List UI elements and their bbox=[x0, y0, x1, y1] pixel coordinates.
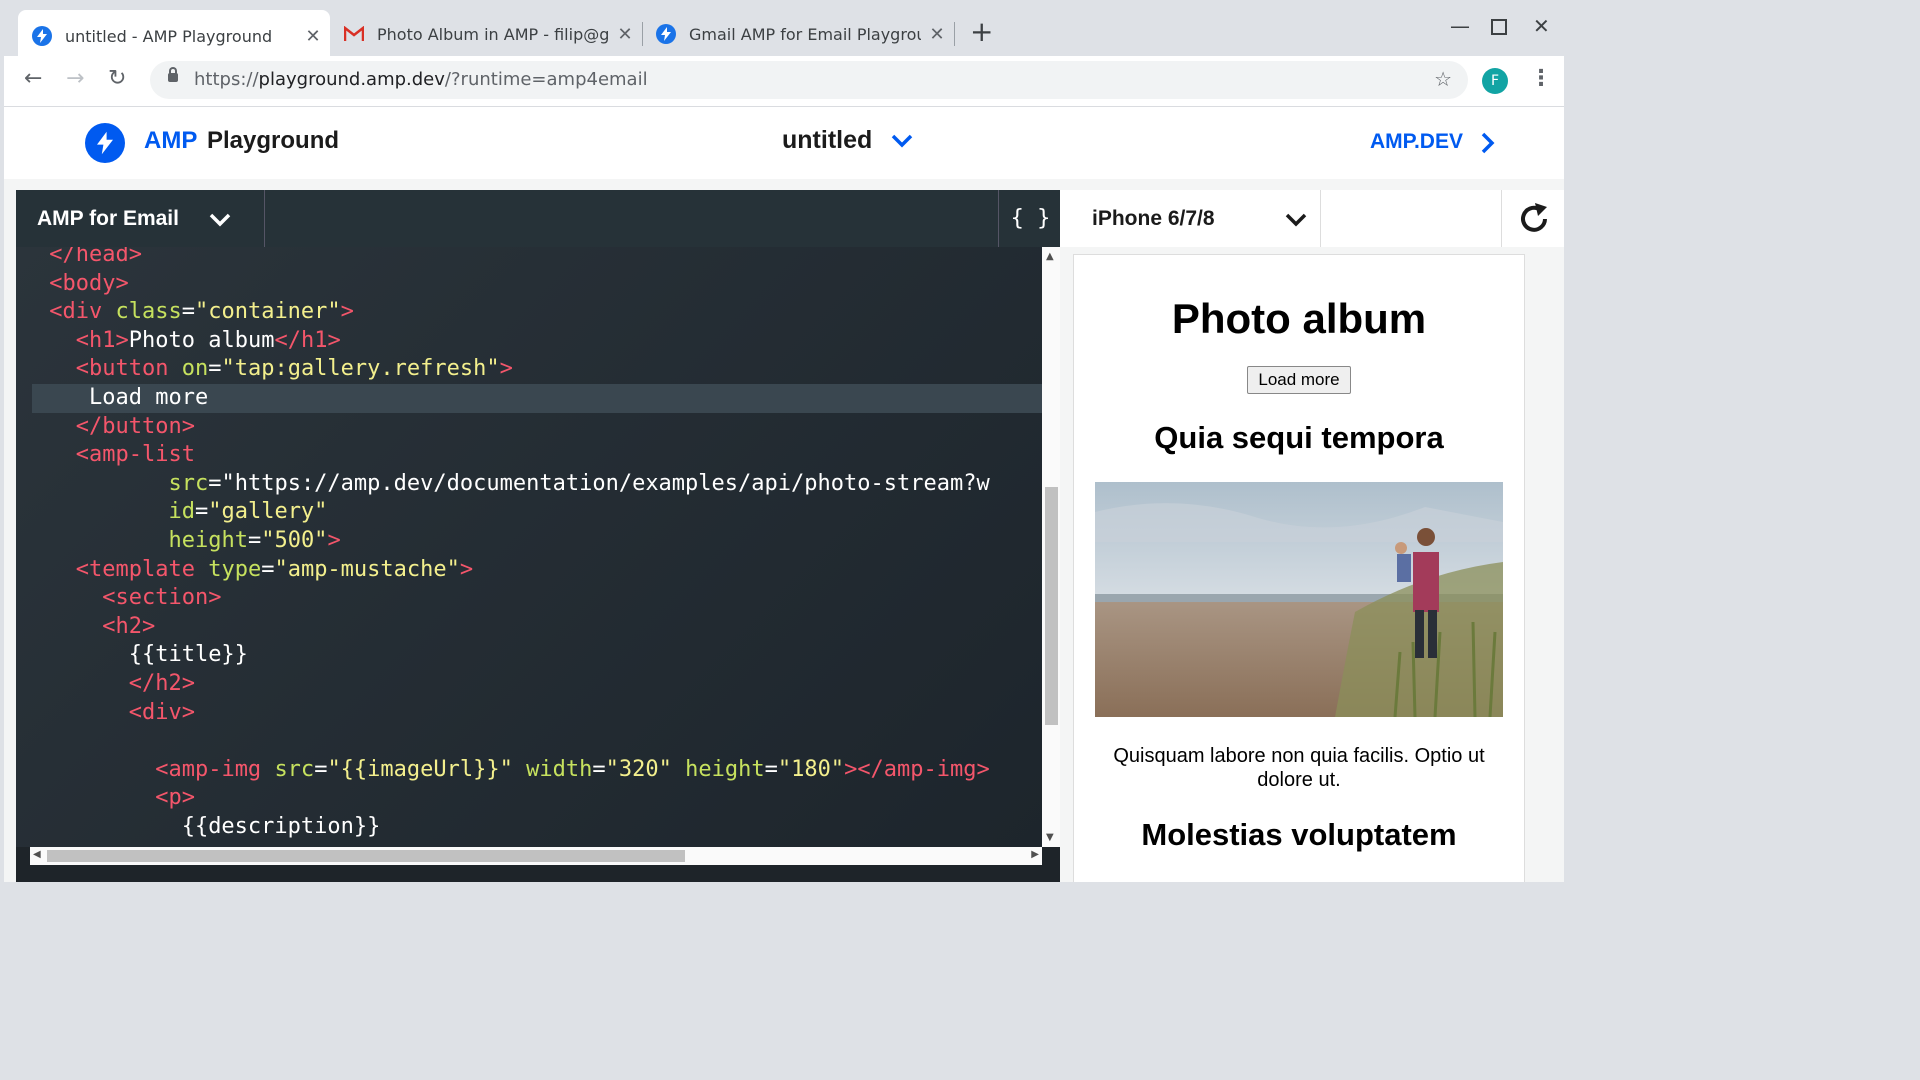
chevron-down-icon bbox=[208, 212, 232, 232]
gmail-icon bbox=[344, 24, 364, 44]
code-line[interactable]: </h2> bbox=[16, 670, 1042, 699]
chevron-down-icon[interactable] bbox=[890, 133, 914, 153]
photo-description: Quisquam labore non quia facilis. Optio … bbox=[1113, 745, 1485, 791]
code-area[interactable]: </head> <body> <div class="container"> <… bbox=[16, 247, 1042, 847]
app-header: AMP Playground untitled AMP.DEV bbox=[4, 107, 1564, 179]
brand-playground: Playground bbox=[207, 127, 340, 154]
brand-amp: AMP bbox=[144, 127, 198, 154]
amp-logo-icon[interactable] bbox=[85, 123, 125, 163]
refresh-icon[interactable] bbox=[1501, 190, 1564, 247]
reload-icon[interactable]: ↻ bbox=[108, 66, 126, 91]
amp-bolt-icon bbox=[32, 26, 52, 46]
code-line[interactable]: <button on="tap:gallery.refresh"> bbox=[16, 355, 1042, 384]
editor-vertical-scrollbar[interactable]: ▲ ▼ bbox=[1042, 247, 1061, 847]
preview-heading: Photo album bbox=[1171, 295, 1427, 342]
scroll-left-icon[interactable]: ◀ bbox=[33, 849, 41, 860]
photo-title: Molestias voluptatem bbox=[1141, 817, 1457, 852]
browser-menu-icon[interactable]: ⋮ bbox=[1530, 66, 1552, 91]
code-line[interactable]: <h1>Photo album</h1> bbox=[16, 327, 1042, 356]
format-label: AMP for Email bbox=[37, 207, 179, 230]
code-line[interactable]: id="gallery" bbox=[16, 498, 1042, 527]
chevron-down-icon bbox=[1284, 212, 1308, 232]
minimize-icon[interactable]: — bbox=[1450, 14, 1470, 38]
tab-title: Photo Album in AMP - filip@g bbox=[377, 24, 609, 44]
close-window-icon[interactable]: ✕ bbox=[1533, 14, 1550, 38]
code-line[interactable]: {{description}} bbox=[16, 813, 1042, 842]
code-line-active[interactable]: Load more bbox=[32, 384, 1042, 413]
tab-title: Gmail AMP for Email Playgrou bbox=[689, 24, 921, 44]
code-line[interactable]: <body> bbox=[16, 270, 1042, 299]
browser-toolbar: ← → ↻ https://playground.amp.dev/?runtim… bbox=[4, 56, 1564, 107]
code-line[interactable]: <div class="container"> bbox=[16, 298, 1042, 327]
outer-scrollbar[interactable] bbox=[1548, 254, 1564, 882]
bookmark-star-icon[interactable]: ☆ bbox=[1434, 67, 1452, 91]
scroll-up-icon[interactable]: ▲ bbox=[1046, 251, 1054, 262]
ampdev-link[interactable]: AMP.DEV bbox=[1370, 130, 1463, 154]
code-line[interactable]: </head> bbox=[16, 247, 1042, 270]
address-bar[interactable]: https://playground.amp.dev/?runtime=amp4… bbox=[150, 61, 1468, 99]
preview-panel: iPhone 6/7/8 Photo album Load more Quia … bbox=[1060, 190, 1564, 882]
scrollbar-thumb[interactable] bbox=[47, 850, 685, 862]
close-tab-icon[interactable]: ✕ bbox=[927, 24, 947, 45]
code-line[interactable]: <template type="amp-mustache"> bbox=[16, 556, 1042, 585]
scrollbar-thumb[interactable] bbox=[1045, 487, 1058, 725]
code-line[interactable]: src="https://amp.dev/documentation/examp… bbox=[16, 470, 1042, 499]
preview-scrollbar[interactable] bbox=[1524, 255, 1525, 882]
load-more-button[interactable]: Load more bbox=[1247, 366, 1351, 394]
photo-image bbox=[1095, 482, 1503, 717]
editor-horizontal-scrollbar[interactable]: ◀ ▶ bbox=[30, 847, 1042, 865]
profile-avatar[interactable]: F bbox=[1482, 68, 1508, 94]
tab-title: untitled - AMP Playground bbox=[65, 26, 273, 46]
amp-bolt-icon bbox=[656, 24, 676, 44]
editor-toolbar: AMP for Email { } bbox=[16, 190, 1061, 247]
code-line[interactable]: <section> bbox=[16, 584, 1042, 613]
maximize-icon[interactable] bbox=[1491, 16, 1507, 40]
photo-title: Quia sequi tempora bbox=[1154, 420, 1444, 455]
close-tab-icon[interactable]: ✕ bbox=[615, 24, 635, 45]
email-preview-frame: Photo album Load more Quia sequi tempora bbox=[1073, 254, 1525, 882]
code-line[interactable]: {{title}} bbox=[16, 641, 1042, 670]
back-icon[interactable]: ← bbox=[24, 66, 42, 91]
chevron-right-icon[interactable] bbox=[1480, 131, 1496, 159]
tab-separator bbox=[954, 22, 955, 46]
code-editor-panel: AMP for Email { } </head> <body> <div cl… bbox=[16, 190, 1061, 882]
format-selector[interactable]: AMP for Email bbox=[16, 190, 265, 247]
scroll-right-icon[interactable]: ▶ bbox=[1031, 849, 1039, 860]
new-tab-icon[interactable]: + bbox=[970, 18, 993, 46]
tab-photo-album[interactable]: Photo Album in AMP - filip@g ✕ bbox=[330, 14, 635, 54]
code-line[interactable]: </button> bbox=[16, 413, 1042, 442]
code-line[interactable]: <h2> bbox=[16, 613, 1042, 642]
document-title[interactable]: untitled bbox=[782, 126, 872, 155]
close-tab-icon[interactable]: ✕ bbox=[303, 26, 323, 47]
playground-page: AMP Playground untitled AMP.DEV AMP for … bbox=[4, 107, 1564, 882]
lock-icon bbox=[168, 67, 178, 82]
device-selector[interactable]: iPhone 6/7/8 bbox=[1060, 190, 1321, 247]
tab-gmail-amp-playground[interactable]: Gmail AMP for Email Playgrou ✕ bbox=[642, 14, 947, 54]
format-code-button[interactable]: { } bbox=[998, 190, 1062, 247]
forward-icon[interactable]: → bbox=[66, 66, 84, 91]
code-line[interactable]: <div> bbox=[16, 699, 1042, 728]
tab-untitled-amp-playground[interactable]: untitled - AMP Playground ✕ bbox=[18, 10, 330, 62]
browser-tab-strip: untitled - AMP Playground ✕ Photo Album … bbox=[0, 0, 1568, 62]
code-line[interactable]: <amp-list bbox=[16, 441, 1042, 470]
code-line[interactable]: <p> bbox=[16, 784, 1042, 813]
code-line[interactable]: <amp-img src="{{imageUrl}}" width="320" … bbox=[16, 756, 1042, 785]
preview-toolbar: iPhone 6/7/8 bbox=[1060, 190, 1564, 247]
scroll-down-icon[interactable]: ▼ bbox=[1046, 832, 1054, 843]
code-line[interactable] bbox=[16, 727, 1042, 756]
code-line[interactable]: height="500"> bbox=[16, 527, 1042, 556]
device-label: iPhone 6/7/8 bbox=[1092, 207, 1215, 230]
url-text: https://playground.amp.dev/?runtime=amp4… bbox=[194, 69, 648, 90]
